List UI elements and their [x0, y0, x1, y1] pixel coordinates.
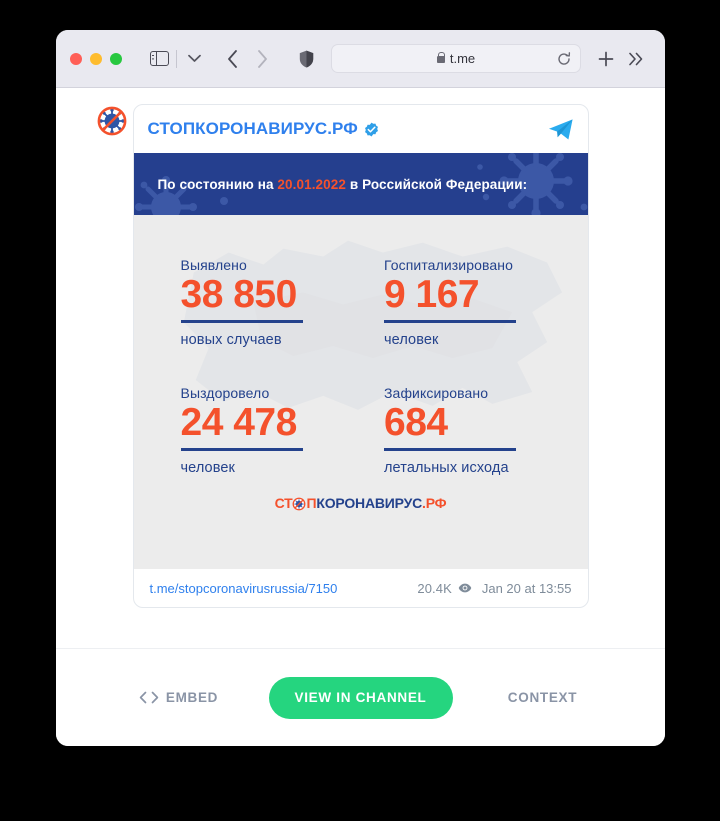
back-arrow-icon	[227, 49, 237, 68]
more-tabs-button[interactable]	[621, 44, 651, 74]
angle-brackets-icon	[139, 691, 159, 704]
stat-rule	[180, 448, 303, 451]
avatar	[94, 104, 129, 138]
back-button[interactable]	[217, 44, 247, 74]
stat-label: Выявлено	[180, 257, 247, 273]
telegram-logo-icon	[548, 118, 573, 139]
eye-icon	[458, 583, 472, 593]
address-bar-url: t.me	[449, 51, 476, 66]
chevron-down-icon	[187, 54, 201, 62]
screen: t.me СТОПКОРОНАВИРУС.РФ По состоянию на …	[0, 0, 720, 821]
infographic-banner: По состоянию на 20.01.2022 в Российской …	[133, 153, 588, 215]
logo-part-2: П	[306, 494, 317, 511]
eye-glyph-icon	[458, 583, 472, 593]
verified-check-icon	[364, 122, 378, 136]
logo-part-3: КОРОНАВИРУС	[316, 494, 423, 511]
stat-label: Госпитализировано	[384, 257, 513, 273]
stat-value: 684	[384, 400, 448, 444]
stat-unit: новых случаев	[180, 331, 282, 348]
stat-rule	[384, 320, 516, 323]
infographic-logo: СТ ПКОРОНАВИРУС.РФ	[134, 495, 588, 511]
context-label: CONTEXT	[507, 690, 578, 705]
infographic: По состоянию на 20.01.2022 в Российской …	[133, 153, 588, 569]
stat-unit: человек	[384, 331, 439, 348]
stat-rule	[384, 448, 516, 451]
banner-prefix: По состоянию на	[157, 176, 278, 192]
sidebar-toggle-button[interactable]	[144, 44, 174, 74]
view-count: 20.4K	[417, 580, 452, 596]
view-in-channel-button[interactable]: VIEW IN CHANNEL	[268, 676, 453, 719]
telegram-logo	[548, 118, 574, 141]
channel-name[interactable]: СТОПКОРОНАВИРУС.РФ	[148, 119, 358, 139]
minimize-window-button[interactable]	[90, 52, 102, 65]
post-date: Jan 20 at 13:55	[481, 580, 572, 596]
page-content: СТОПКОРОНАВИРУС.РФ По состоянию на 20.01…	[56, 88, 665, 746]
logo-part-4: .РФ	[422, 494, 447, 511]
logo-part-1: СТ	[274, 494, 293, 511]
stat-value: 38 850	[180, 273, 298, 316]
forward-arrow-icon	[257, 49, 267, 68]
code-brackets-icon	[139, 691, 159, 704]
post-footer: t.me/stopcoronavirusrussia/7150 20.4K Ja…	[134, 569, 588, 607]
stat-rule	[180, 320, 303, 323]
browser-toolbar: t.me	[56, 30, 665, 88]
plus-icon	[598, 51, 614, 66]
post-link[interactable]: t.me/stopcoronavirusrussia/7150	[150, 581, 338, 596]
reload-button[interactable]	[557, 51, 571, 66]
forward-button[interactable]	[247, 44, 277, 74]
virus-crossed-icon	[293, 497, 306, 511]
shield-icon	[299, 50, 313, 67]
zoom-window-button[interactable]	[110, 52, 122, 65]
banner-suffix: в Российской Федерации:	[346, 176, 528, 192]
address-bar-content: t.me	[332, 51, 580, 66]
banner-date: 20.01.2022	[277, 176, 346, 192]
stat-unit: человек	[180, 459, 235, 476]
tab-overview-button[interactable]	[179, 44, 209, 74]
privacy-report-button[interactable]	[291, 44, 321, 74]
stat-block: Зафиксировано 684 летальных исхода	[384, 385, 588, 476]
stop-coronavirus-logo-icon	[292, 497, 306, 511]
stat-label: Выздоровело	[180, 384, 270, 401]
stop-coronavirus-avatar-icon	[97, 106, 126, 136]
lock-icon	[436, 51, 446, 63]
chevrons-right-icon	[629, 52, 643, 65]
reload-icon	[558, 51, 571, 65]
stat-label: Зафиксировано	[384, 384, 489, 401]
toolbar-divider	[176, 49, 177, 68]
stat-block: Выявлено 38 850 новых случаев	[180, 257, 385, 348]
stat-value: 9 167	[384, 273, 480, 316]
post-header: СТОПКОРОНАВИРУС.РФ	[134, 105, 588, 153]
new-tab-button[interactable]	[591, 44, 621, 74]
close-window-button[interactable]	[70, 52, 82, 65]
stat-unit: летальных исхода	[384, 459, 509, 476]
sidebar-icon	[149, 51, 169, 66]
post-meta: 20.4K Jan 20 at 13:55	[417, 581, 571, 596]
address-bar[interactable]: t.me	[331, 44, 581, 73]
stats-grid: Выявлено 38 850 новых случаев Госпитализ…	[134, 215, 588, 476]
browser-window: t.me СТОПКОРОНАВИРУС.РФ По состоянию на …	[56, 30, 665, 746]
banner-text: По состоянию на 20.01.2022 в Российской …	[134, 177, 528, 192]
verified-badge	[364, 122, 379, 137]
embed-label: EMBED	[165, 690, 219, 705]
context-button[interactable]: CONTEXT	[453, 690, 633, 705]
telegram-post-wrapper: СТОПКОРОНАВИРУС.РФ По состоянию на 20.01…	[94, 104, 589, 608]
action-bar: EMBED VIEW IN CHANNEL CONTEXT	[56, 648, 665, 746]
stat-value: 24 478	[180, 400, 298, 444]
window-controls	[70, 52, 122, 65]
stat-block: Госпитализировано 9 167 человек	[384, 257, 588, 348]
embed-button[interactable]: EMBED	[89, 690, 269, 705]
stat-block: Выздоровело 24 478 человек	[180, 384, 385, 476]
telegram-post-card: СТОПКОРОНАВИРУС.РФ По состоянию на 20.01…	[132, 104, 589, 608]
